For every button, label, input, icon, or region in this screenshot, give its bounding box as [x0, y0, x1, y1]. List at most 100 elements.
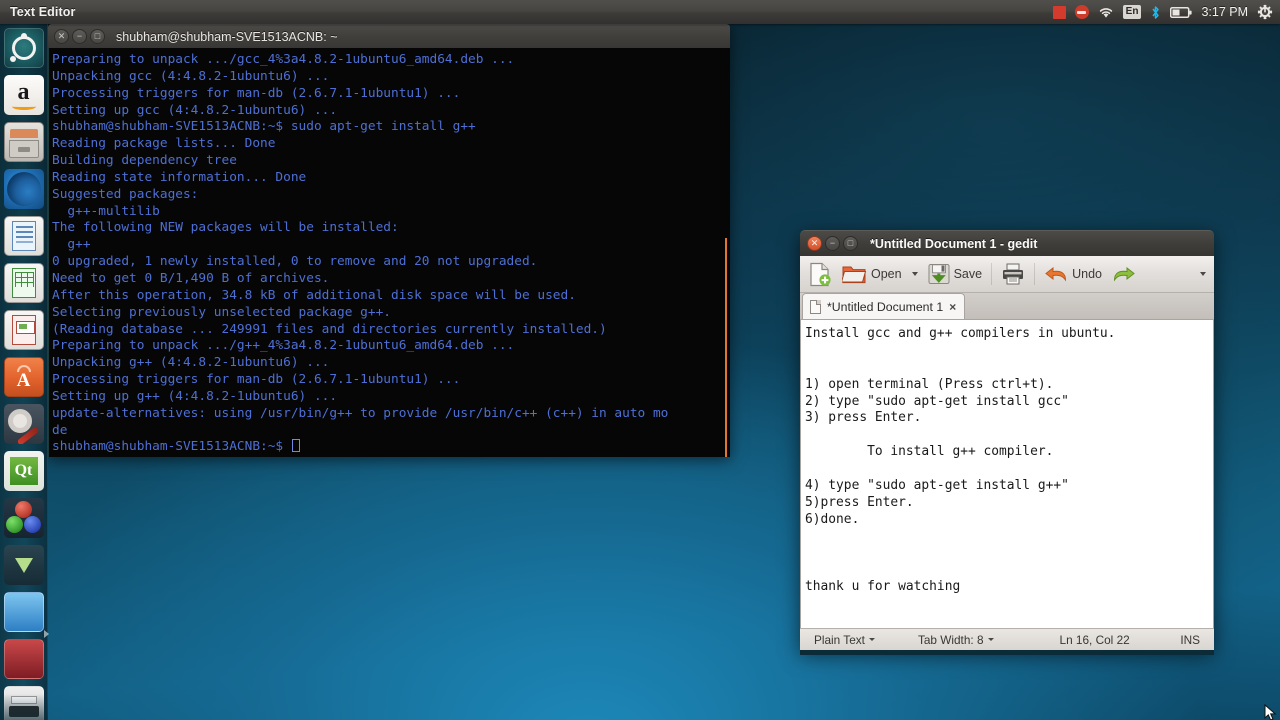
- redo-button[interactable]: [1108, 260, 1140, 289]
- gedit-statusbar: Plain Text Tab Width: 8 Ln 16, Col 22 IN…: [800, 628, 1214, 650]
- terminal-minimize-button[interactable]: −: [72, 29, 87, 44]
- tab-width-selector[interactable]: Tab Width: 8: [918, 633, 994, 647]
- launcher-item-amazon[interactable]: a: [3, 75, 44, 115]
- gedit-titlebar[interactable]: ✕ − □ *Untitled Document 1 - gedit: [800, 230, 1214, 256]
- terminal-close-button[interactable]: ✕: [54, 29, 69, 44]
- terminal-line: Preparing to unpack .../g++_4%3a4.8.2-1u…: [52, 338, 515, 354]
- panel-app-title[interactable]: Text Editor: [10, 5, 75, 19]
- amazon-letter-a: a: [17, 78, 30, 105]
- mouse-cursor: [1264, 704, 1277, 720]
- undo-button[interactable]: Undo: [1040, 260, 1106, 289]
- document-line: thank u for watching: [805, 579, 961, 595]
- terminal-line: Setting up gcc (4:4.8.2-1ubuntu6) ...: [52, 102, 338, 118]
- terminal-line: Setting up g++ (4:4.8.2-1ubuntu6) ...: [52, 388, 338, 404]
- ubuntu-desktop: Text Editor En 3:17 PM a A Qt ✕ − □ shub…: [0, 0, 1280, 720]
- terminal-line: Building dependency tree: [52, 153, 237, 169]
- launcher-overflow-arrow-icon: [44, 630, 49, 638]
- launcher-item-system-settings[interactable]: [3, 404, 44, 444]
- launcher-item-ubuntu-software-center[interactable]: A: [3, 357, 44, 397]
- terminal-line: The following NEW packages will be insta…: [52, 220, 399, 236]
- terminal-prompt-line: shubham@shubham-SVE1513ACNB:~$: [52, 439, 730, 456]
- gedit-text-area[interactable]: Install gcc and g++ compilers in ubuntu.…: [800, 320, 1214, 628]
- save-disk-icon: [928, 264, 950, 284]
- redo-dropdown-caret-icon[interactable]: [1200, 272, 1206, 276]
- terminal-line: 0 upgraded, 1 newly installed, 0 to remo…: [52, 254, 538, 270]
- save-button[interactable]: Save: [924, 260, 987, 289]
- terminal-prompt: shubham@shubham-SVE1513ACNB:~$: [52, 439, 291, 455]
- open-folder-icon: [842, 266, 867, 284]
- keyboard-layout-indicator[interactable]: En: [1122, 0, 1142, 24]
- clock-indicator[interactable]: 3:17 PM: [1201, 0, 1248, 24]
- bluetooth-icon[interactable]: [1150, 0, 1161, 24]
- launcher-fade-overlay: [0, 694, 48, 720]
- terminal-line: After this operation, 34.8 kB of additio…: [52, 287, 576, 303]
- power-gear-icon[interactable]: [1257, 0, 1273, 24]
- insert-mode-indicator: INS: [1180, 633, 1200, 647]
- gedit-document-tab[interactable]: *Untitled Document 1 ×: [802, 293, 966, 319]
- save-button-label: Save: [953, 267, 983, 281]
- terminal-line: (Reading database ... 249991 files and d…: [52, 321, 607, 337]
- terminal-line: Unpacking g++ (4:4.8.2-1ubuntu6) ...: [52, 355, 330, 371]
- gedit-minimize-button[interactable]: −: [825, 236, 840, 251]
- gedit-tab-close-icon[interactable]: ×: [949, 301, 956, 313]
- terminal-maximize-button[interactable]: □: [90, 29, 105, 44]
- launcher-item-firefox[interactable]: [3, 169, 44, 209]
- terminal-line: shubham@shubham-SVE1513ACNB:~$ sudo apt-…: [52, 119, 476, 135]
- do-not-disturb-icon[interactable]: [1074, 0, 1089, 24]
- language-selector[interactable]: Plain Text: [814, 633, 875, 647]
- terminal-scrollbar[interactable]: [725, 238, 727, 457]
- red-square-indicator[interactable]: [1052, 0, 1066, 24]
- top-panel: Text Editor En 3:17 PM: [0, 0, 1280, 24]
- launcher-item-files[interactable]: [3, 122, 44, 162]
- cursor-position: Ln 16, Col 22: [1060, 633, 1130, 647]
- terminal-titlebar[interactable]: ✕ − □ shubham@shubham-SVE1513ACNB: ~: [48, 24, 730, 48]
- launcher-item-ubuntu-dash[interactable]: [3, 28, 44, 68]
- launcher-item-libreoffice-calc[interactable]: [3, 263, 44, 303]
- document-line: 2) type "sudo apt-get install gcc": [805, 393, 1069, 409]
- document-line: To install g++ compiler.: [805, 444, 1054, 460]
- terminal-line: Need to get 0 B/1,490 B of archives.: [52, 270, 330, 286]
- terminal-line: Preparing to unpack .../gcc_4%3a4.8.2-1u…: [52, 52, 515, 67]
- launcher-item-stack-blue[interactable]: [3, 592, 44, 632]
- print-button[interactable]: [997, 260, 1029, 289]
- terminal-line: Reading state information... Done: [52, 169, 307, 185]
- amazon-smile-icon: [11, 103, 36, 110]
- open-dropdown-caret-icon[interactable]: [911, 272, 918, 276]
- launcher-item-blender[interactable]: [3, 498, 44, 538]
- launcher-item-libreoffice-writer[interactable]: [3, 216, 44, 256]
- launcher-item-stack-red[interactable]: [3, 639, 44, 679]
- terminal-line: Reading package lists... Done: [52, 136, 276, 152]
- gedit-window-bottom-edge: [800, 650, 1214, 655]
- gedit-toolbar: Open Save Undo: [800, 256, 1214, 293]
- open-button[interactable]: Open: [838, 260, 906, 289]
- terminal-line: Processing triggers for man-db (2.6.7.1-…: [52, 85, 461, 101]
- printer-icon: [1003, 263, 1024, 285]
- terminal-line: g++-multilib: [52, 203, 160, 219]
- terminal-line: de: [52, 422, 68, 438]
- battery-icon[interactable]: [1170, 0, 1193, 24]
- wifi-icon[interactable]: [1098, 0, 1114, 24]
- toolbar-separator-2: [1034, 263, 1036, 285]
- terminal-title: shubham@shubham-SVE1513ACNB: ~: [116, 29, 338, 44]
- language-caret-icon: [868, 638, 875, 641]
- unity-launcher: a A Qt: [0, 24, 48, 720]
- gedit-window[interactable]: ✕ − □ *Untitled Document 1 - gedit Open …: [800, 230, 1214, 655]
- new-document-icon: [810, 262, 831, 286]
- new-document-button[interactable]: [804, 260, 836, 289]
- insert-mode-label: INS: [1180, 632, 1200, 647]
- terminal-line: g++: [52, 237, 91, 253]
- terminal-window[interactable]: ✕ − □ shubham@shubham-SVE1513ACNB: ~ Pre…: [48, 24, 730, 457]
- launcher-item-qt-creator[interactable]: Qt: [3, 451, 44, 491]
- gedit-maximize-button[interactable]: □: [843, 236, 858, 251]
- launcher-item-libreoffice-impress[interactable]: [3, 310, 44, 350]
- terminal-body[interactable]: Preparing to unpack .../gcc_4%3a4.8.2-1u…: [48, 48, 730, 457]
- launcher-item-wine[interactable]: [3, 545, 44, 585]
- gedit-tabbar: *Untitled Document 1 ×: [800, 293, 1214, 320]
- gedit-close-button[interactable]: ✕: [807, 236, 822, 251]
- terminal-line: Unpacking gcc (4:4.8.2-1ubuntu6) ...: [52, 68, 330, 84]
